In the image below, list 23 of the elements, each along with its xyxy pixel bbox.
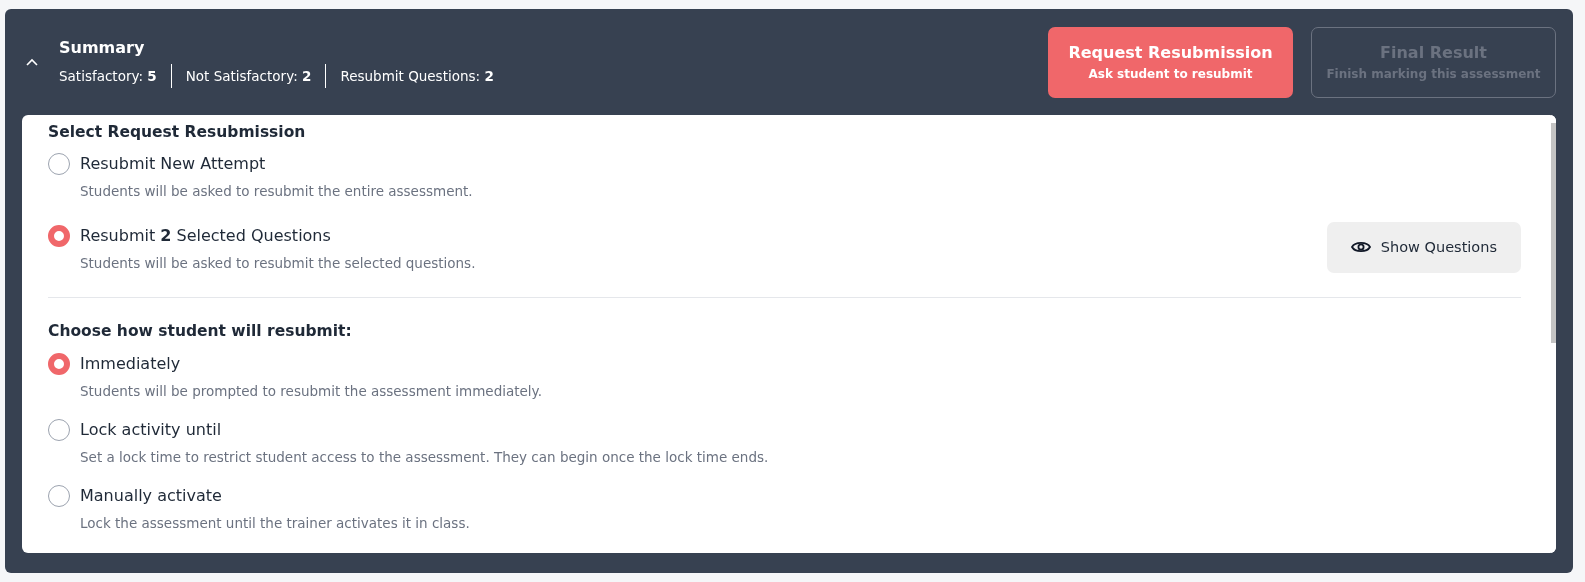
summary-count: Resubmit Questions: 2 xyxy=(340,66,494,86)
action-button[interactable]: Request Resubmission Ask student to resubmit xyxy=(1048,26,1293,98)
summary-count: Not Satisfactory: 2 xyxy=(185,66,312,86)
show-questions-button[interactable]: Show Questions xyxy=(1326,221,1521,274)
eye-icon xyxy=(1350,240,1371,255)
summary-title: Summary xyxy=(59,37,146,59)
radio-button[interactable] xyxy=(48,225,70,247)
option-description: Lock the assessment until the trainer activates it in class. xyxy=(80,514,471,533)
radio-button[interactable] xyxy=(48,352,70,375)
option-description: Set a lock time to restrict student access to the assessment. They can begin once the lock time ends. xyxy=(80,447,770,467)
option-description: Students will be prompted to resubmit the assessment immediately. xyxy=(80,381,543,401)
option-label: Resubmit 2 Selected Questions xyxy=(80,225,331,247)
option-description: Students will be asked to resubmit the entire assessment. xyxy=(80,182,474,202)
option-label: Manually activate xyxy=(80,485,222,507)
summary-count: Satisfactory: 5 xyxy=(59,66,157,86)
option-description: Students will be asked to resubmit the selected questions. xyxy=(80,254,477,273)
section-heading: Select Request Resubmission xyxy=(48,122,307,143)
option-label: Resubmit New Attempt xyxy=(80,153,266,176)
scrollbar[interactable] xyxy=(1551,115,1556,553)
section-heading: Choose how student will resubmit: xyxy=(48,321,353,343)
option-label: Immediately xyxy=(80,352,181,375)
option-label: Lock activity until xyxy=(80,418,222,441)
collapse-chevron-icon[interactable] xyxy=(25,57,39,67)
